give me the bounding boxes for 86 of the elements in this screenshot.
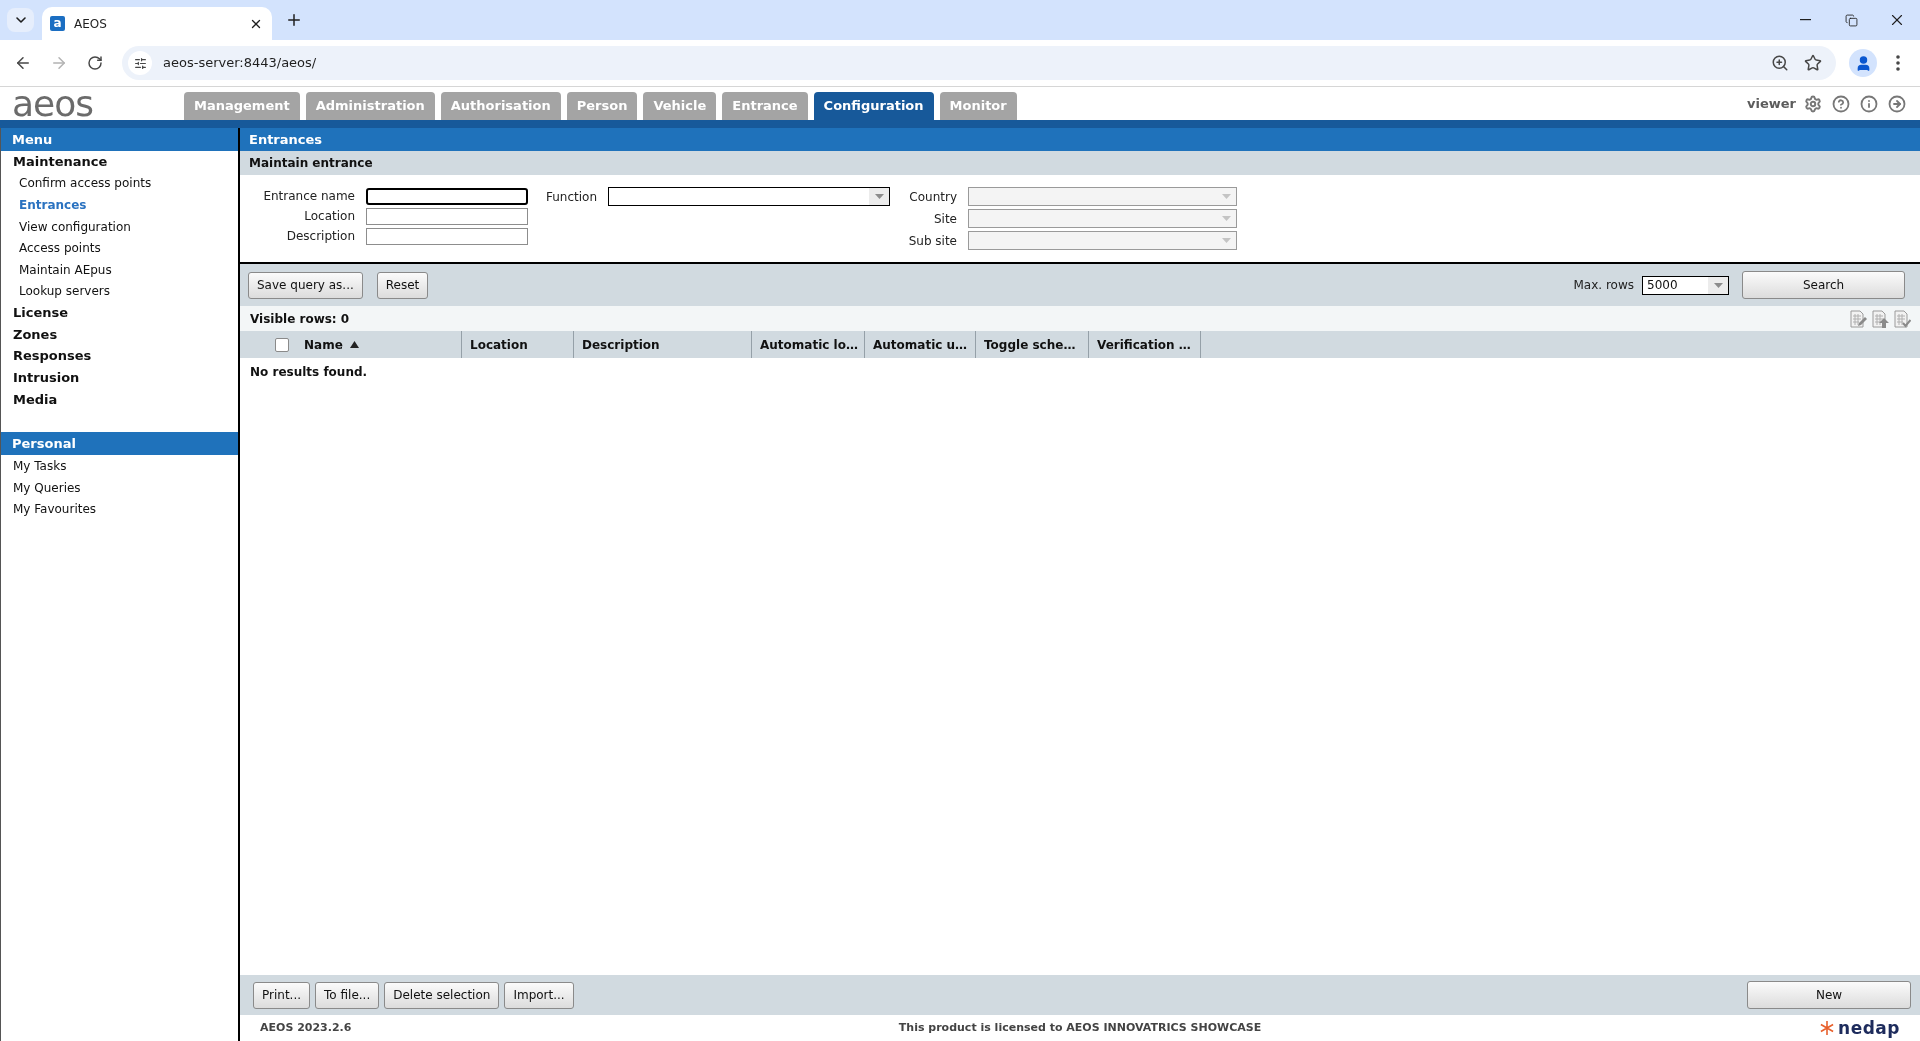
field-label: Description [285,228,355,245]
menu-item[interactable]: Lookup servers [1,282,110,301]
field-label: Function [544,188,597,206]
menu-item[interactable]: Entrances [1,196,87,214]
table-check-icon[interactable] [1894,309,1911,328]
favicon: a [50,16,65,31]
new-button[interactable]: New [1747,981,1911,1009]
max-rows-select[interactable]: 5000 [1642,275,1729,295]
menu-group[interactable]: License [1,303,69,323]
action-button[interactable]: Delete selection [384,981,500,1009]
nav-tab[interactable]: Configuration [813,92,934,120]
toolbar-button[interactable]: Save query as... [248,271,363,299]
action-button[interactable]: Import... [504,981,574,1009]
text-field[interactable] [366,227,528,245]
menu-item[interactable]: Confirm access points [1,174,152,193]
caret-down-icon [1221,194,1231,199]
max-rows-label: Max. rows [1573,277,1634,294]
user-name: viewer [1747,94,1796,113]
column-header[interactable]: Description [582,335,660,354]
field-label: Entrance name [262,188,355,205]
menu-group[interactable]: Responses [1,346,92,366]
panel-title: Entrances [240,128,1920,151]
plus-icon [285,11,303,29]
menu-item[interactable]: Access points [1,239,101,258]
reload-icon [87,55,103,71]
menu-group[interactable]: Maintenance [1,152,108,172]
menu-group[interactable]: Zones [1,324,58,345]
section-header: Menu [1,128,238,151]
arrow-right-icon [50,54,68,72]
panel-subtitle: Maintain entrance [240,151,1920,175]
caret-down-icon [1221,238,1231,243]
caret-down-icon [874,194,884,199]
menu-link[interactable]: My Favourites [1,500,97,519]
column-header[interactable]: Name [304,335,343,354]
menu-group[interactable]: Intrusion [1,368,80,388]
url-text: aeos-server:8443/aeos/ [163,54,317,73]
field-label: Site [932,210,957,228]
column-header[interactable]: Automatic lo… [760,335,858,354]
column-header[interactable]: Automatic u… [873,335,968,354]
help-icon[interactable] [1832,94,1850,113]
text-field[interactable] [366,207,528,225]
caret-down-icon [1713,282,1723,288]
menu-link[interactable]: My Queries [1,478,81,497]
menu-link[interactable]: My Tasks [1,456,67,475]
table-upload-icon[interactable] [1872,309,1889,328]
search-button[interactable]: Search [1742,271,1905,299]
toolbar-button[interactable]: Reset [376,271,429,299]
table-edit-icon[interactable] [1850,309,1867,328]
star-icon[interactable] [1804,54,1822,72]
address-bar[interactable]: aeos-server:8443/aeos/ [122,46,1836,80]
field-label: Location [303,208,355,225]
profile-icon[interactable] [1849,49,1877,77]
action-button[interactable]: Print... [253,981,311,1009]
select-all-checkbox[interactable] [275,337,289,352]
brand-logo: nedap [1838,1019,1900,1037]
settings-icon[interactable] [1804,94,1822,113]
sliders-icon [133,56,147,70]
tab-title: AEOS [74,15,107,33]
logout-icon[interactable] [1888,94,1906,113]
minimize-icon [1799,19,1811,21]
asterisk-icon [1820,1021,1835,1035]
logo: aeos [12,85,94,122]
site-info-button[interactable] [128,51,152,75]
menu-group[interactable]: Media [1,389,58,410]
empty-message: No results found. [250,364,368,381]
restore-icon [1844,13,1858,27]
field-label: Sub site [907,232,957,250]
license-text: This product is licensed to AEOS INNOVATRICS SHOWCASE [898,1019,1262,1036]
info-icon[interactable] [1860,94,1878,113]
menu-item[interactable]: Maintain AEpus [1,260,112,279]
menu-item[interactable]: View configuration [1,217,131,236]
column-header[interactable]: Verification … [1097,335,1191,354]
tab-list-button[interactable] [7,8,34,32]
action-button[interactable]: To file... [315,981,380,1009]
dropdown-field[interactable] [608,187,890,206]
column-header[interactable]: Location [470,335,528,354]
caret-down-icon [1221,216,1231,221]
version-text: AEOS 2023.2.6 [259,1019,353,1036]
browser-tab[interactable]: a AEOS [42,7,272,40]
zoom-icon[interactable] [1771,54,1789,72]
text-field[interactable] [366,187,528,205]
more-icon [1896,55,1900,71]
section-header: Personal [1,432,238,456]
column-header[interactable]: Toggle sche… [984,335,1076,354]
visible-rows-count: Visible rows: 0 [250,310,350,328]
field-label: Country [908,188,957,206]
